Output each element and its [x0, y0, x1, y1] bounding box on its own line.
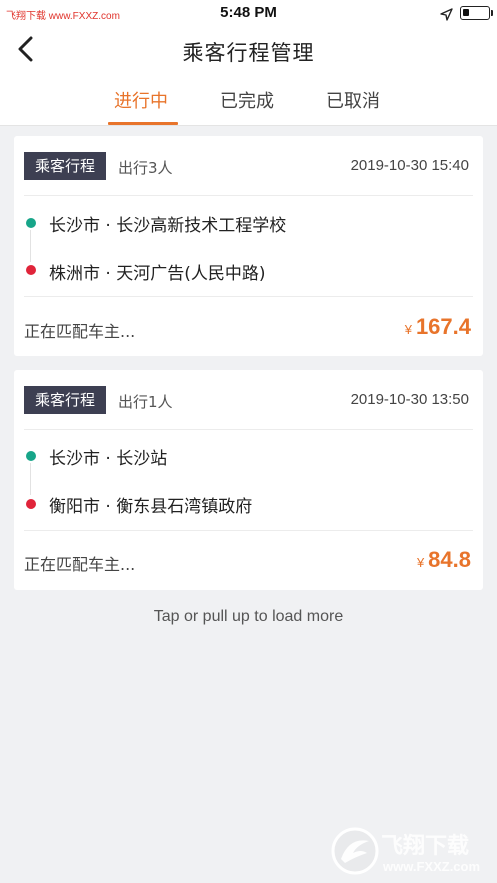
- origin-dot-icon: [26, 218, 36, 228]
- page-title: 乘客行程管理: [182, 41, 315, 65]
- tab-completed[interactable]: 已完成: [220, 87, 274, 113]
- currency-symbol: ¥: [404, 322, 412, 337]
- trip-card[interactable]: 乘客行程 出行1人 2019-10-30 13:50 长沙市 · 长沙站 衡阳市…: [14, 370, 483, 590]
- trip-status: 正在匹配车主...: [24, 322, 136, 341]
- destination-dot-icon: [26, 265, 36, 275]
- trip-destination: 株洲市 · 天河广告(人民中路): [49, 264, 266, 284]
- battery-fill: [463, 9, 469, 16]
- trip-datetime: 2019-10-30 13:50: [350, 391, 469, 408]
- trip-persons: 出行3人: [118, 159, 173, 177]
- location-arrow-icon: [440, 6, 453, 25]
- svg-text:飞翔下载: 飞翔下载: [381, 833, 469, 859]
- trip-persons: 出行1人: [118, 393, 173, 411]
- trip-destination: 衡阳市 · 衡东县石湾镇政府: [49, 497, 253, 517]
- trip-card[interactable]: 乘客行程 出行3人 2019-10-30 15:40 长沙市 · 长沙高新技术工…: [14, 136, 483, 356]
- route-line: [30, 230, 31, 262]
- trip-status: 正在匹配车主...: [24, 555, 136, 574]
- status-bar: 飞翔下载 www.FXXZ.com 5:48 PM: [0, 0, 497, 26]
- battery-icon: [460, 6, 490, 20]
- trip-datetime: 2019-10-30 15:40: [350, 157, 469, 174]
- tab-active-indicator: [108, 122, 178, 125]
- price-amount: 167.4: [415, 314, 471, 339]
- trip-origin: 长沙市 · 长沙高新技术工程学校: [49, 216, 287, 236]
- battery-tip: [491, 10, 493, 16]
- currency-symbol: ¥: [416, 555, 425, 570]
- watermark-logo: 飞翔下载 www.FXXZ.com: [331, 823, 493, 879]
- tab-in-progress[interactable]: 进行中: [114, 87, 168, 113]
- load-more-button[interactable]: Tap or pull up to load more: [0, 608, 497, 626]
- price-amount: 84.8: [428, 547, 471, 572]
- trip-type-badge: 乘客行程: [24, 386, 107, 414]
- trip-price: ¥84.8: [417, 547, 471, 573]
- trip-type-badge: 乘客行程: [24, 152, 107, 180]
- tab-cancelled[interactable]: 已取消: [326, 87, 380, 113]
- status-time: 5:48 PM: [220, 4, 277, 21]
- trip-origin: 长沙市 · 长沙站: [49, 449, 168, 469]
- card-divider: [24, 296, 473, 297]
- route-line: [30, 463, 31, 495]
- nav-bar: 乘客行程管理: [0, 26, 497, 76]
- origin-dot-icon: [26, 451, 36, 461]
- card-divider: [24, 195, 473, 196]
- tab-bar: 进行中 已完成 已取消: [0, 76, 497, 126]
- card-divider: [24, 530, 473, 531]
- destination-dot-icon: [26, 499, 36, 509]
- trip-price: ¥167.4: [405, 314, 471, 340]
- svg-text:www.FXXZ.com: www.FXXZ.com: [382, 859, 480, 874]
- card-divider: [24, 429, 473, 430]
